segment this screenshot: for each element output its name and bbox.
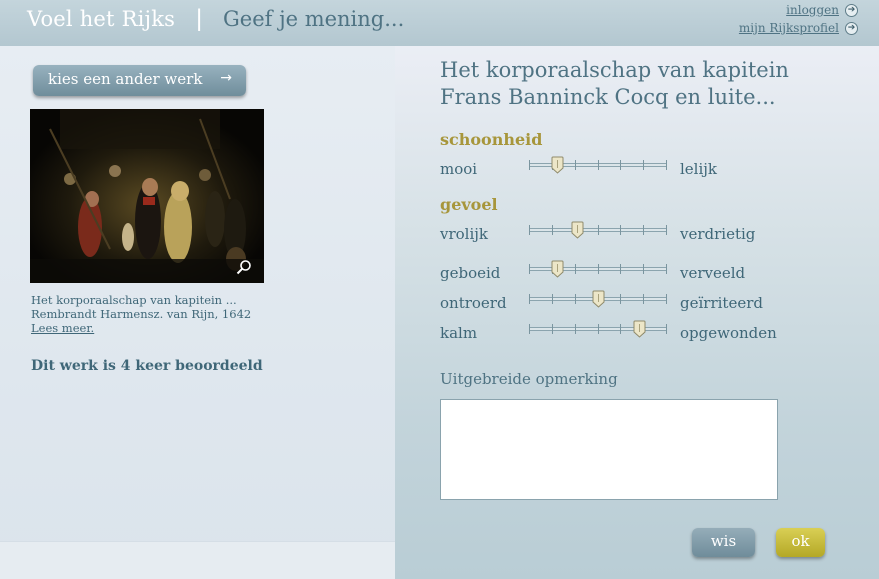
panel-footer: [0, 541, 395, 579]
rating-slider-kalm-opgewonden[interactable]: [529, 319, 667, 339]
slider-right-label: lelijk: [680, 160, 718, 178]
clear-button[interactable]: wis: [692, 528, 755, 557]
artwork-panel: kies een ander werk → Het korporaalschap…: [0, 46, 395, 579]
slider-tick: [643, 160, 644, 170]
slider-tick: [666, 294, 667, 304]
work-title: Het korporaalschap van kapitein Frans Ba…: [440, 57, 860, 111]
slider-tick: [620, 264, 621, 274]
remark-textarea[interactable]: [440, 399, 778, 500]
slider-tick: [529, 225, 530, 235]
slider-tick: [529, 264, 530, 274]
slider-thumb[interactable]: [633, 320, 646, 338]
ok-button[interactable]: ok: [776, 528, 825, 557]
slider-tick: [620, 160, 621, 170]
slider-tick: [666, 160, 667, 170]
artwork-caption-title: Het korporaalschap van kapitein ...: [31, 293, 237, 307]
arrow-right-icon[interactable]: ➔: [845, 22, 858, 35]
header-subtitle: Geef je mening...: [223, 7, 405, 31]
slider-tick: [552, 225, 553, 235]
choose-other-work-button[interactable]: kies een ander werk →: [33, 65, 246, 96]
slider-thumb[interactable]: [571, 221, 584, 239]
slider-tick: [598, 264, 599, 274]
rating-slider-vrolijk-verdrietig[interactable]: [529, 220, 667, 240]
slider-tick: [552, 324, 553, 334]
slider-left-label: mooi: [440, 160, 478, 178]
slider-tick: [575, 160, 576, 170]
slider-tick: [598, 324, 599, 334]
profile-link[interactable]: mijn Rijksprofiel: [739, 21, 839, 35]
header-separator: |: [196, 5, 203, 32]
slider-tick: [598, 160, 599, 170]
slider-tick: [666, 264, 667, 274]
slider-tick: [666, 225, 667, 235]
slider-thumb[interactable]: [551, 260, 564, 278]
rating-slider-ontroerd-geirriteerd[interactable]: [529, 289, 667, 309]
choose-other-work-label: kies een ander werk: [48, 70, 203, 88]
rating-slider-geboeid-verveeld[interactable]: [529, 259, 667, 279]
slider-right-label: verveeld: [680, 264, 746, 282]
rating-slider-mooi-lelijk[interactable]: [529, 155, 667, 175]
header: Voel het Rijks | Geef je mening... inlog…: [0, 0, 879, 46]
slider-tick: [575, 264, 576, 274]
slider-tick: [529, 294, 530, 304]
slider-tick: [575, 324, 576, 334]
arrow-right-icon: →: [220, 70, 232, 86]
slider-thumb[interactable]: [592, 290, 605, 308]
slider-tick: [598, 225, 599, 235]
magnifier-icon[interactable]: [236, 259, 252, 275]
category-heading-beauty: schoonheid: [440, 130, 543, 149]
slider-tick: [643, 225, 644, 235]
slider-right-label: verdrietig: [680, 225, 756, 243]
work-title-line: Frans Banninck Cocq en luite...: [440, 85, 776, 109]
arrow-right-icon[interactable]: ➔: [845, 4, 858, 17]
artwork-image[interactable]: [30, 109, 264, 283]
login-link[interactable]: inloggen: [786, 3, 839, 17]
read-more-link[interactable]: Lees meer.: [31, 321, 94, 335]
slider-thumb[interactable]: [551, 156, 564, 174]
slider-left-label: geboeid: [440, 264, 501, 282]
slider-tick: [643, 294, 644, 304]
slider-tick: [620, 294, 621, 304]
slider-tick: [643, 264, 644, 274]
artwork-caption-artist: Rembrandt Harmensz. van Rijn, 1642: [31, 307, 252, 321]
rating-panel: Het korporaalschap van kapitein Frans Ba…: [395, 46, 879, 579]
slider-tick: [620, 225, 621, 235]
slider-right-label: opgewonden: [680, 324, 777, 342]
slider-tick: [575, 294, 576, 304]
slider-tick: [529, 160, 530, 170]
work-title-line: Het korporaalschap van kapitein: [440, 58, 789, 82]
site-brand[interactable]: Voel het Rijks: [27, 7, 175, 31]
slider-tick: [529, 324, 530, 334]
slider-right-label: geïrriteerd: [680, 294, 763, 312]
remark-label: Uitgebreide opmerking: [440, 370, 618, 388]
slider-left-label: vrolijk: [440, 225, 489, 243]
category-heading-feeling: gevoel: [440, 195, 498, 214]
rating-count-text: Dit werk is 4 keer beoordeeld: [31, 358, 263, 374]
slider-left-label: kalm: [440, 324, 478, 342]
night-watch-painting: [30, 109, 264, 283]
slider-tick: [552, 294, 553, 304]
slider-left-label: ontroerd: [440, 294, 507, 312]
slider-tick: [620, 324, 621, 334]
slider-tick: [666, 324, 667, 334]
